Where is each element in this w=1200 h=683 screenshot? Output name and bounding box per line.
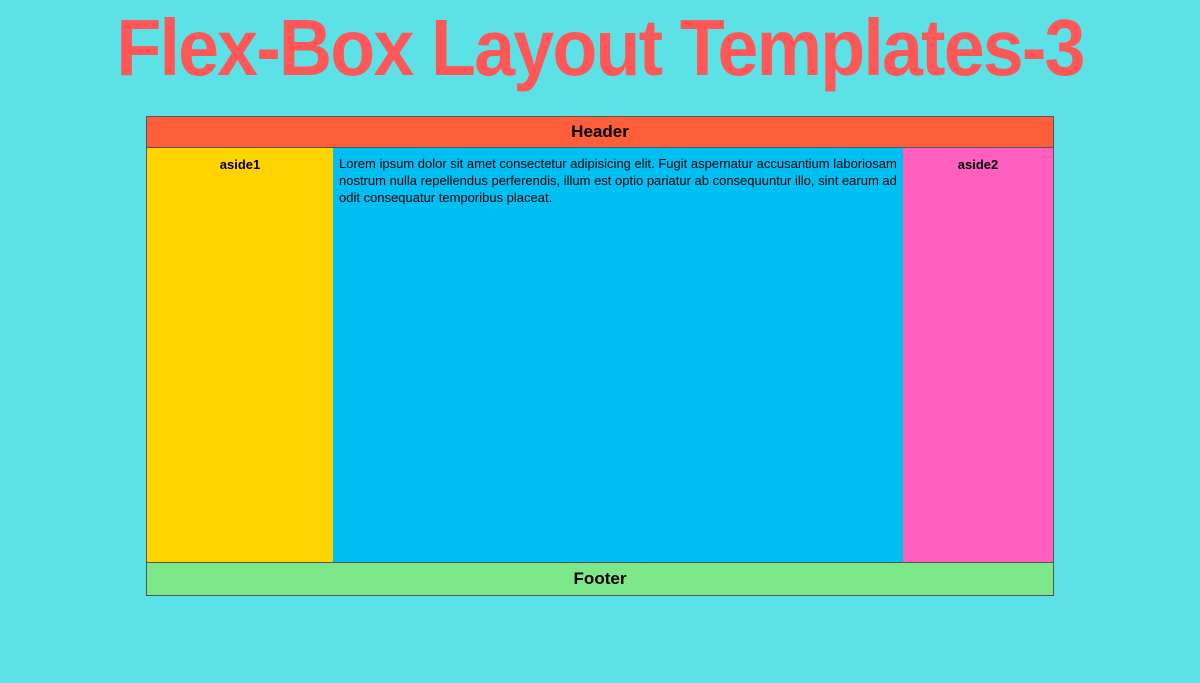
- layout-header: Header: [147, 117, 1053, 148]
- layout-container: Header aside1 Lorem ipsum dolor sit amet…: [146, 116, 1054, 596]
- layout-footer: Footer: [147, 562, 1053, 595]
- layout-main-content: Lorem ipsum dolor sit amet consectetur a…: [333, 148, 903, 562]
- layout-aside2: aside2: [903, 148, 1053, 562]
- page-title: Flex-Box Layout Templates-3: [48, 8, 1152, 88]
- layout-middle-row: aside1 Lorem ipsum dolor sit amet consec…: [147, 148, 1053, 562]
- layout-aside1: aside1: [147, 148, 333, 562]
